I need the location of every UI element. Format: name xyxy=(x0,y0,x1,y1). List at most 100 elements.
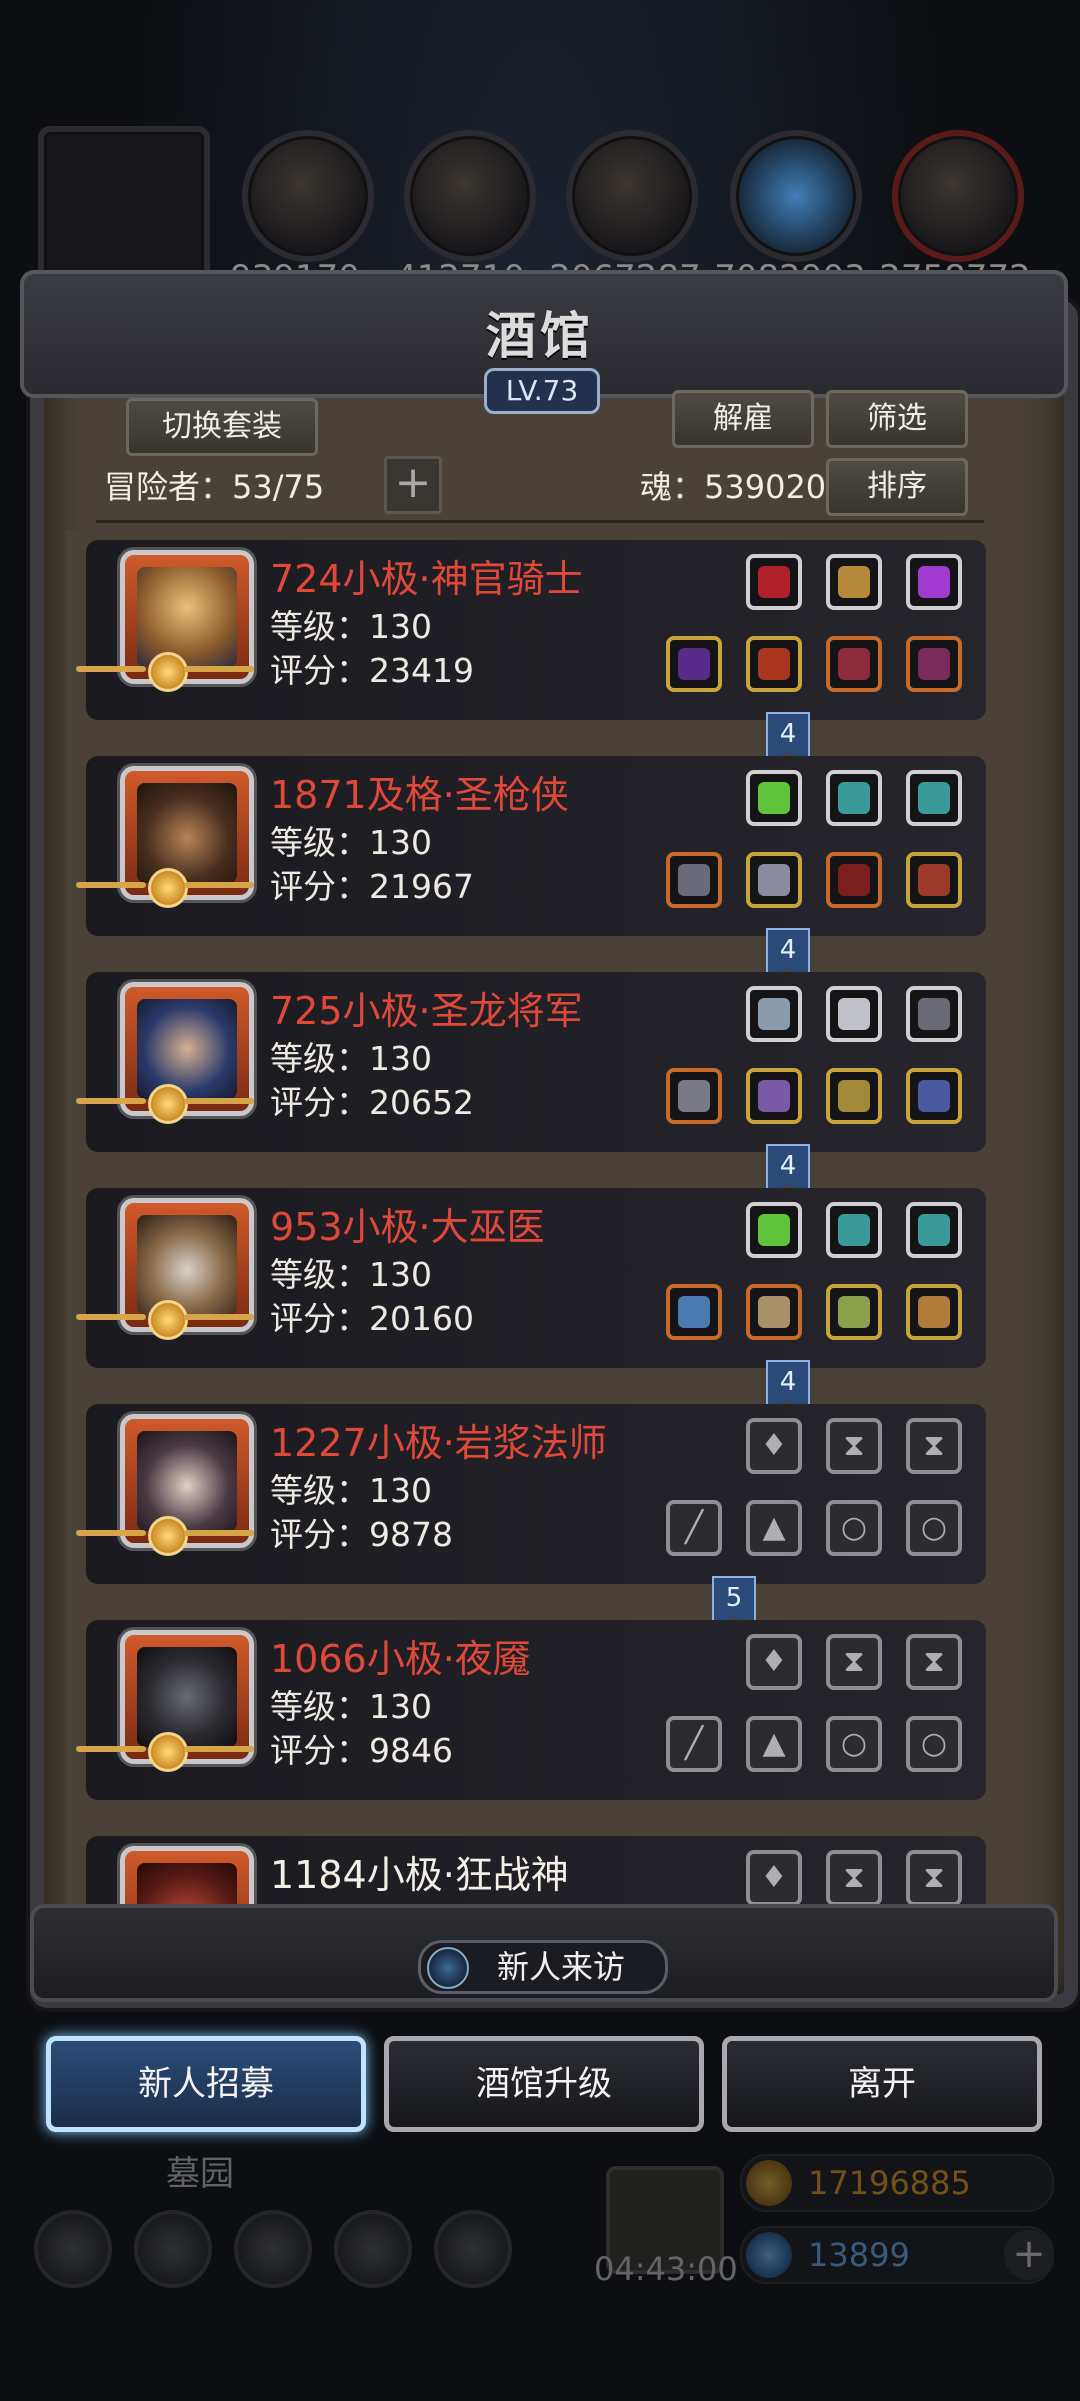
weapon-slot[interactable] xyxy=(666,1284,722,1340)
gem-slot[interactable] xyxy=(746,986,802,1042)
amulet-slot[interactable] xyxy=(746,554,802,610)
rank-emblem xyxy=(76,1732,256,1772)
armor-slot[interactable] xyxy=(746,636,802,692)
hero-card[interactable]: 1066小极·夜魇 等级：130 评分：9846 ♦ ⧗ ⧗ ╱ ▲ ○ ○ xyxy=(76,1620,986,1800)
compass-icon xyxy=(427,1947,469,1989)
add-capacity-button[interactable]: + xyxy=(384,456,442,514)
stone-slot[interactable] xyxy=(906,1202,962,1258)
ring-icon: ○ xyxy=(920,1510,948,1545)
shield-slot[interactable] xyxy=(826,1068,882,1124)
new-visitor-label: 新人来访 xyxy=(497,1948,626,1986)
upgrade-tavern-button[interactable]: 酒馆升级 xyxy=(384,2036,704,2132)
hero-level: 等级：130 xyxy=(270,1255,432,1294)
hero-card[interactable]: 724小极·神官骑士 等级：130 评分：23419 xyxy=(76,540,986,720)
hourglass-icon: ⧗ xyxy=(923,1860,945,1895)
gold-amount: 17196885 xyxy=(808,2164,971,2202)
necklace-slot[interactable] xyxy=(906,1068,962,1124)
hero-card[interactable]: 1871及格·圣枪侠 等级：130 评分：21967 xyxy=(76,756,986,936)
hero-score: 评分：23419 xyxy=(270,651,474,690)
gem-slot[interactable] xyxy=(906,554,962,610)
crystal-icon[interactable] xyxy=(730,130,862,262)
recruit-button[interactable]: 新人招募 xyxy=(46,2036,366,2132)
empty-hourglass-slot[interactable]: ⧗ xyxy=(906,1418,962,1474)
hero-card[interactable]: 953小极·大巫医 等级：130 评分：20160 xyxy=(76,1188,986,1368)
empty-weapon-slot[interactable]: ╱ xyxy=(666,1500,722,1556)
dismiss-button[interactable]: 解雇 xyxy=(672,390,814,448)
empty-ring-slot[interactable]: ○ xyxy=(906,1716,962,1772)
armor-slot[interactable] xyxy=(746,1068,802,1124)
gold-coin-icon xyxy=(746,2160,792,2206)
divider xyxy=(96,520,984,523)
ring-slot[interactable] xyxy=(906,636,962,692)
empty-weapon-slot[interactable]: ╱ xyxy=(666,1716,722,1772)
hero-card[interactable]: 725小极·圣龙将军 等级：130 评分：20652 xyxy=(76,972,986,1152)
necklace-slot[interactable] xyxy=(826,636,882,692)
empty-ring-slot[interactable]: ○ xyxy=(826,1716,882,1772)
empty-hourglass-slot[interactable]: ⧗ xyxy=(826,1850,882,1906)
weapon-slot[interactable] xyxy=(666,1068,722,1124)
empty-flame-slot[interactable]: ♦ xyxy=(746,1850,802,1906)
ring-icon: ○ xyxy=(840,1510,868,1545)
hooded-figure-icon[interactable] xyxy=(38,126,210,288)
hero-score: 评分：9878 xyxy=(270,1515,453,1554)
empty-ring-slot[interactable]: ○ xyxy=(826,1500,882,1556)
iron-icon[interactable] xyxy=(892,130,1024,262)
timer: 04:43:00 xyxy=(594,2250,738,2288)
switch-outfit-button[interactable]: 切换套装 xyxy=(126,398,318,456)
bracelet-slot[interactable] xyxy=(826,1284,882,1340)
empty-flame-slot[interactable]: ♦ xyxy=(746,1634,802,1690)
armor-icon: ▲ xyxy=(762,1510,786,1545)
empty-hourglass-slot[interactable]: ⧗ xyxy=(906,1850,962,1906)
armor-slot[interactable] xyxy=(746,1284,802,1340)
potion-slot[interactable] xyxy=(746,1202,802,1258)
hero-score: 评分：20652 xyxy=(270,1083,474,1122)
necklace-slot[interactable] xyxy=(826,852,882,908)
stone-slot[interactable] xyxy=(826,1202,882,1258)
gem-icon xyxy=(746,2232,792,2278)
empty-hourglass-slot[interactable]: ⧗ xyxy=(906,1634,962,1690)
sort-button[interactable]: 排序 xyxy=(826,458,968,516)
hero-score: 评分：9846 xyxy=(270,1731,453,1770)
hourglass-icon: ⧗ xyxy=(923,1644,945,1679)
talisman-slot[interactable] xyxy=(826,554,882,610)
ring-icon: ○ xyxy=(920,1726,948,1761)
horn-slot[interactable] xyxy=(906,986,962,1042)
empty-hourglass-slot[interactable]: ⧗ xyxy=(826,1418,882,1474)
hourglass-icon: ⧗ xyxy=(843,1428,865,1463)
empty-ring-slot[interactable]: ○ xyxy=(906,1500,962,1556)
ring-slot[interactable] xyxy=(906,1284,962,1340)
hero-list[interactable]: 724小极·神官骑士 等级：130 评分：23419 4 1871及格·圣枪侠 … xyxy=(66,530,1014,1914)
hero-level: 等级：130 xyxy=(270,607,432,646)
wood-logs-icon[interactable] xyxy=(242,130,374,262)
empty-hourglass-slot[interactable]: ⧗ xyxy=(826,1634,882,1690)
weapon-slot[interactable] xyxy=(666,636,722,692)
hero-card[interactable]: 1184小极·狂战神 ♦ ⧗ ⧗ xyxy=(86,1836,986,1914)
gold-display: 17196885 xyxy=(740,2154,1054,2212)
set-count-tag: 4 xyxy=(766,712,810,762)
ring-slot[interactable] xyxy=(906,852,962,908)
hero-card[interactable]: 1227小极·岩浆法师 等级：130 评分：9878 ♦ ⧗ ⧗ ╱ ▲ ○ ○ xyxy=(76,1404,986,1584)
empty-flame-slot[interactable]: ♦ xyxy=(746,1418,802,1474)
empty-armor-slot[interactable]: ▲ xyxy=(746,1716,802,1772)
set-count-tag: 4 xyxy=(766,928,810,978)
leave-button[interactable]: 离开 xyxy=(722,2036,1042,2132)
stone-slot[interactable] xyxy=(826,770,882,826)
planks-icon[interactable] xyxy=(404,130,536,262)
new-visitor-button[interactable]: 新人来访 xyxy=(418,1940,668,1994)
weapon-slot[interactable] xyxy=(666,852,722,908)
emblem-slot[interactable] xyxy=(826,986,882,1042)
hero-name: 724小极·神官骑士 xyxy=(270,557,583,601)
hero-level: 等级：130 xyxy=(270,1687,432,1726)
rank-emblem xyxy=(76,1300,256,1340)
empty-armor-slot[interactable]: ▲ xyxy=(746,1500,802,1556)
stone-icon[interactable] xyxy=(566,130,698,262)
armor-slot[interactable] xyxy=(746,852,802,908)
set-count-tag: 5 xyxy=(712,1576,756,1626)
potion-slot[interactable] xyxy=(746,770,802,826)
mail-icon xyxy=(334,2210,412,2288)
flame-icon: ♦ xyxy=(760,1644,788,1679)
ring-icon: ○ xyxy=(840,1726,868,1761)
filter-button[interactable]: 筛选 xyxy=(826,390,968,448)
soul-count: 魂：539020 xyxy=(640,468,827,506)
stone-slot[interactable] xyxy=(906,770,962,826)
